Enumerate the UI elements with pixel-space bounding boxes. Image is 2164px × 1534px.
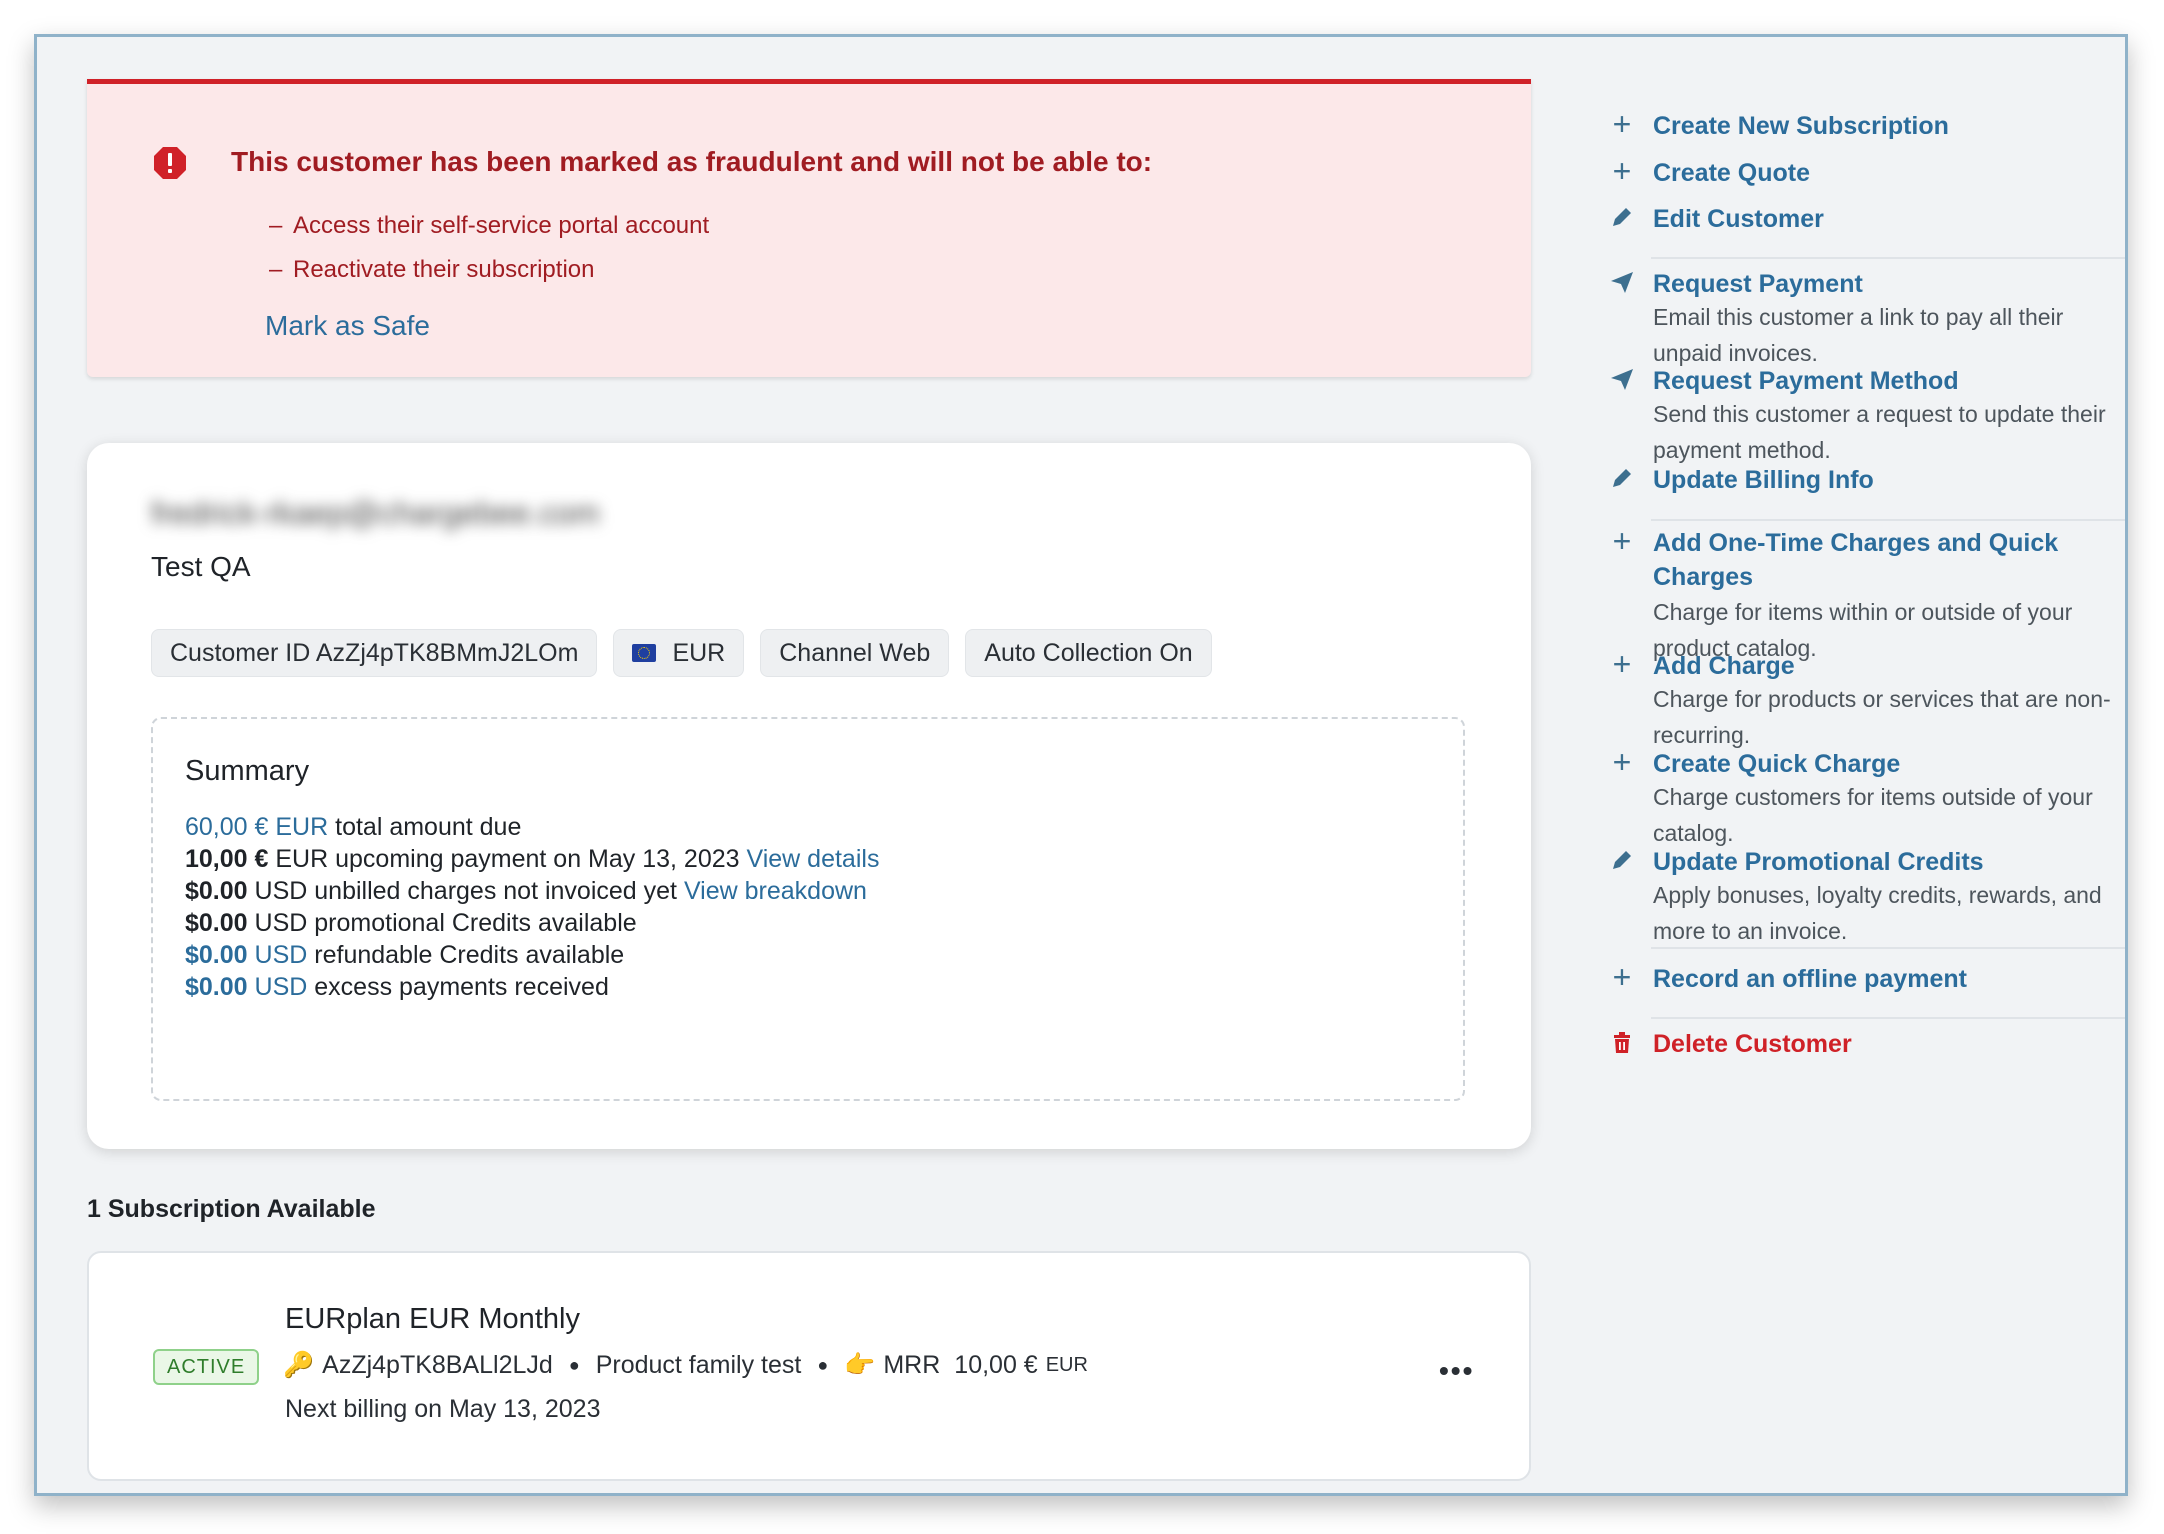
subscription-card[interactable]: ACTIVE EURplan EUR Monthly 🔑 AzZj4pTK8BA…: [87, 1251, 1531, 1481]
subscriptions-heading: 1 Subscription Available: [87, 1195, 376, 1223]
currency-pill: EUR: [613, 629, 745, 677]
more-options-icon[interactable]: •••: [1439, 1355, 1474, 1387]
plus-icon: +: [1612, 646, 1632, 682]
refundable-credits-amount-link[interactable]: $0.00 USD: [185, 941, 307, 969]
summary-title: Summary: [185, 755, 310, 787]
summary-row-promotional-credits: $0.00 USD promotional Credits available: [185, 909, 637, 937]
send-icon: [1611, 272, 1633, 293]
summary-row-refundable-credits: $0.00 USD refundable Credits available: [185, 941, 625, 969]
mrr-value: 10,00 €: [954, 1351, 1038, 1379]
summary-row-unbilled-charges: $0.00 USD unbilled charges not invoiced …: [185, 877, 867, 905]
pencil-icon: [1613, 469, 1631, 487]
alert-restriction-item: – Access their self-service portal accoun…: [269, 212, 710, 239]
summary-row-excess-payments: $0.00 USD excess payments received: [185, 973, 609, 1001]
alert-octagon-icon: [154, 147, 186, 179]
plus-icon: +: [1612, 523, 1632, 559]
total-due-amount-link[interactable]: 60,00 € EUR: [185, 813, 328, 841]
customer-email: fredrick-rkaep@chargebee.com: [151, 495, 600, 531]
customer-attributes: Customer ID AzZj4pTK8BMmJ2LOm EUR Channe…: [151, 629, 1212, 677]
actions-divider: [1651, 519, 2125, 521]
actions-divider: [1651, 1017, 2125, 1019]
pencil-icon: [1613, 208, 1631, 226]
plus-icon: +: [1612, 153, 1632, 189]
excess-payments-amount-link[interactable]: $0.00 USD: [185, 973, 307, 1001]
actions-divider: [1651, 257, 2125, 259]
mark-as-safe-link[interactable]: Mark as Safe: [265, 310, 430, 342]
customer-card: fredrick-rkaep@chargebee.com Test QA Cus…: [87, 443, 1531, 1149]
key-icon: 🔑: [283, 1351, 315, 1379]
view-details-link[interactable]: View details: [747, 845, 880, 873]
plus-icon: +: [1612, 959, 1632, 995]
trash-icon: [1614, 1032, 1630, 1053]
plus-icon: +: [1612, 106, 1632, 142]
fraud-alert: This customer has been marked as fraudul…: [87, 79, 1531, 377]
customer-id-pill: Customer ID AzZj4pTK8BMmJ2LOm: [151, 629, 598, 677]
summary-row-total-due: 60,00 € EUR total amount due: [185, 813, 522, 841]
eu-flag-icon: [632, 644, 657, 662]
alert-restriction-item: – Reactivate their subscription: [269, 256, 595, 283]
alert-restrictions-list: – Access their self-service portal accoun…: [269, 208, 709, 296]
summary-row-upcoming-payment: 10,00 € EUR upcoming payment on May 13, …: [185, 845, 880, 873]
subscription-meta: 🔑 AzZj4pTK8BALl2LJd ● Product family tes…: [283, 1351, 1088, 1380]
summary-box: Summary 60,00 € EUR total amount due 10,…: [151, 717, 1465, 1101]
separator-dot: ●: [817, 1355, 829, 1375]
pointing-hand-icon: 👉: [844, 1351, 876, 1379]
next-billing-date: Next billing on May 13, 2023: [285, 1395, 601, 1423]
actions-divider: [1651, 947, 2125, 949]
customer-details-window: This customer has been marked as fraudul…: [34, 34, 2128, 1496]
channel-pill: Channel Web: [760, 629, 950, 677]
auto-collection-pill: Auto Collection On: [965, 629, 1212, 677]
product-family: Product family test: [595, 1351, 802, 1379]
pencil-icon: [1613, 851, 1631, 869]
subscription-id: AzZj4pTK8BALl2LJd: [322, 1351, 553, 1379]
alert-title: This customer has been marked as fraudul…: [231, 146, 1153, 177]
plan-name: EURplan EUR Monthly: [285, 1303, 580, 1335]
view-breakdown-link[interactable]: View breakdown: [684, 877, 867, 905]
mrr-currency: EUR: [1045, 1354, 1088, 1376]
status-badge: ACTIVE: [153, 1349, 260, 1385]
send-icon: [1611, 369, 1633, 390]
separator-dot: ●: [568, 1355, 580, 1375]
plus-icon: +: [1612, 744, 1632, 780]
mrr-label: MRR: [883, 1351, 941, 1379]
customer-name: Test QA: [151, 551, 251, 582]
